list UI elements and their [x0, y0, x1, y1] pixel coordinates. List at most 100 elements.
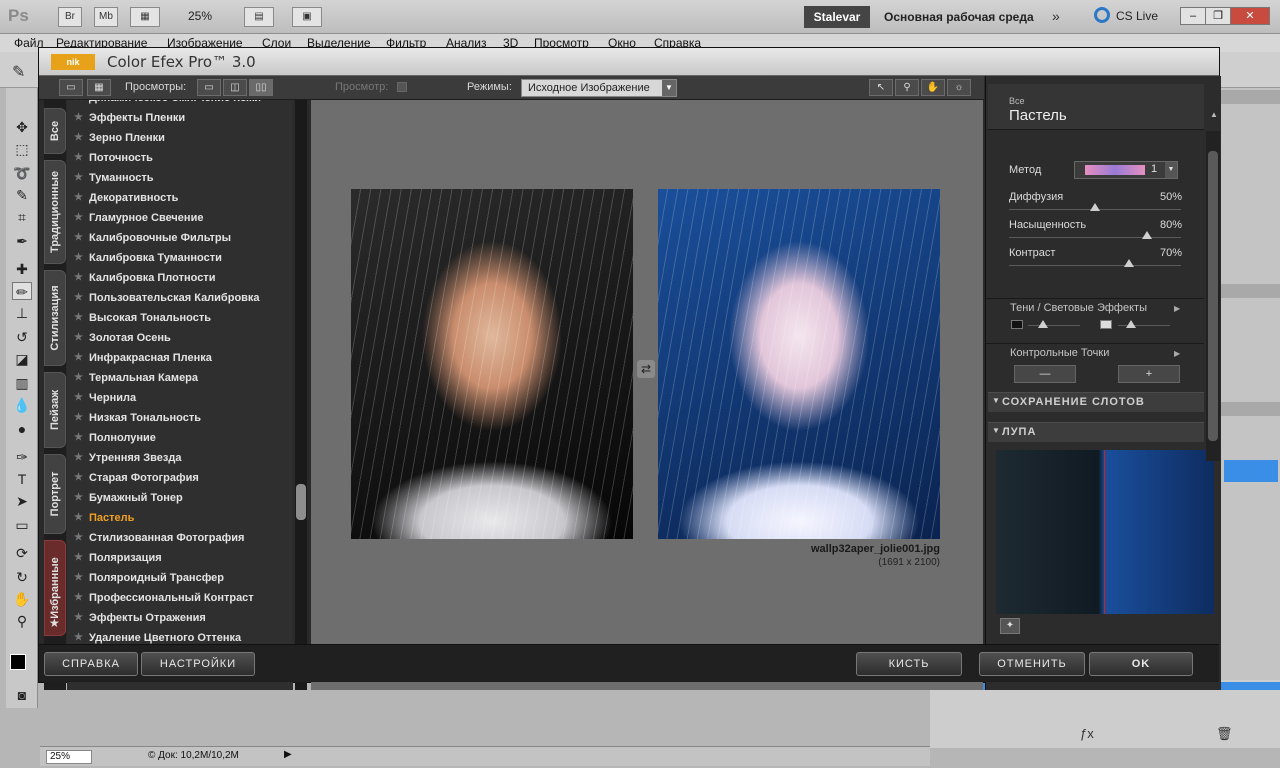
- highlights-knob[interactable]: [1126, 320, 1136, 328]
- tab-stylizing[interactable]: Стилизация: [44, 270, 66, 366]
- filter-list-item[interactable]: ★ Пользовательская Калибровка: [67, 288, 293, 308]
- favorite-star-icon[interactable]: ★: [74, 508, 83, 528]
- filter-list-item[interactable]: ★ Бумажный Тонер: [67, 488, 293, 508]
- filter-list-item[interactable]: ★ Полнолуние: [67, 428, 293, 448]
- bridge-button[interactable]: Br: [58, 7, 82, 27]
- shadows-knob[interactable]: [1038, 320, 1048, 328]
- favorite-star-icon[interactable]: ★: [74, 108, 83, 128]
- path-select-icon[interactable]: ➤: [12, 492, 32, 510]
- slider-knob[interactable]: [1141, 231, 1152, 239]
- quick-select-tool-icon[interactable]: ✎: [12, 186, 32, 204]
- brush-button[interactable]: КИСТЬ: [856, 652, 962, 676]
- slider-knob[interactable]: [1124, 259, 1135, 267]
- minimize-icon[interactable]: –: [1180, 7, 1206, 25]
- workspace-name[interactable]: Основная рабочая среда: [884, 10, 1034, 24]
- view-split-icon[interactable]: ◫: [223, 79, 247, 96]
- filter-list-item[interactable]: ★ Калибровка Плотности: [67, 268, 293, 288]
- view-single-icon[interactable]: ▭: [197, 79, 221, 96]
- lightbulb-icon[interactable]: ☼: [947, 79, 971, 96]
- favorite-star-icon[interactable]: ★: [74, 288, 83, 308]
- scrollbar-thumb[interactable]: [296, 484, 306, 520]
- swap-views-icon[interactable]: ⇄: [637, 360, 655, 378]
- favorite-star-icon[interactable]: ★: [74, 188, 83, 208]
- fx-icon[interactable]: ƒx: [1080, 726, 1094, 741]
- add-control-point-button[interactable]: +: [1118, 365, 1180, 383]
- healing-brush-icon[interactable]: ✚: [12, 260, 32, 278]
- favorite-star-icon[interactable]: ★: [74, 588, 83, 608]
- filter-list-item[interactable]: ★ Зерно Пленки: [67, 128, 293, 148]
- favorite-star-icon[interactable]: ★: [74, 488, 83, 508]
- filter-list-scrollbar[interactable]: [295, 100, 307, 690]
- eraser-tool-icon[interactable]: ◪: [12, 350, 32, 368]
- favorite-star-icon[interactable]: ★: [74, 148, 83, 168]
- view-grid-icon[interactable]: ▦: [87, 79, 111, 96]
- filter-list-item[interactable]: ★ Инфракрасная Пленка: [67, 348, 293, 368]
- eyedropper-tool-icon[interactable]: ✒: [12, 232, 32, 250]
- filter-list-item[interactable]: ★ Туманность: [67, 168, 293, 188]
- screen-mode-icon[interactable]: ▣: [292, 7, 322, 27]
- favorite-star-icon[interactable]: ★: [74, 388, 83, 408]
- favorite-star-icon[interactable]: ★: [74, 528, 83, 548]
- ok-button[interactable]: OK: [1089, 652, 1193, 676]
- brush-tool-icon[interactable]: ✏: [12, 282, 32, 300]
- filter-list-item[interactable]: ★ Поляризация: [67, 548, 293, 568]
- filter-list-item[interactable]: ★ Гламурное Свечение: [67, 208, 293, 228]
- favorite-star-icon[interactable]: ★: [74, 168, 83, 188]
- quick-mask-icon[interactable]: ◙: [12, 686, 32, 704]
- pointer-tool-icon[interactable]: ↖: [869, 79, 893, 96]
- gradient-tool-icon[interactable]: ▥: [12, 374, 32, 392]
- loupe-header[interactable]: ▼ ЛУПА: [988, 422, 1204, 442]
- foreground-color-swatch[interactable]: [10, 654, 26, 670]
- controls-scrollbar[interactable]: [1206, 131, 1220, 461]
- favorite-star-icon[interactable]: ★: [74, 248, 83, 268]
- close-icon[interactable]: ✕: [1230, 7, 1270, 25]
- mini-bridge-button[interactable]: Mb: [94, 7, 118, 27]
- favorite-star-icon[interactable]: ★: [74, 228, 83, 248]
- view-side-by-side-icon[interactable]: ▯▯: [249, 79, 273, 96]
- tab-landscape[interactable]: Пейзаж: [44, 372, 66, 448]
- filter-list-item[interactable]: ★ Высокая Тональность: [67, 308, 293, 328]
- favorite-star-icon[interactable]: ★: [74, 408, 83, 428]
- zoom-tool-icon[interactable]: ⚲: [895, 79, 919, 96]
- favorite-star-icon[interactable]: ★: [74, 428, 83, 448]
- favorite-star-icon[interactable]: ★: [74, 348, 83, 368]
- zoom-level[interactable]: 25%: [188, 9, 212, 23]
- blur-tool-icon[interactable]: 💧: [12, 396, 32, 414]
- filter-list-item[interactable]: ★ Профессиональный Контраст: [67, 588, 293, 608]
- method-dropdown[interactable]: 1 ▼: [1074, 161, 1178, 179]
- trash-icon[interactable]: 🗑: [1216, 726, 1233, 742]
- mode-dropdown[interactable]: Исходное Изображение ▼: [521, 79, 677, 97]
- workspace-user-button[interactable]: Stalevar: [804, 6, 870, 28]
- panel-scroll-up-icon[interactable]: ▲: [1210, 110, 1218, 119]
- lasso-tool-icon[interactable]: ➰: [12, 164, 32, 182]
- favorite-star-icon[interactable]: ★: [74, 128, 83, 148]
- hand-tool-icon[interactable]: ✋: [12, 590, 32, 608]
- filter-list-item[interactable]: ★ Декоративность: [67, 188, 293, 208]
- cancel-button[interactable]: ОТМЕНИТЬ: [979, 652, 1085, 676]
- brush-preset-icon[interactable]: ✎: [12, 62, 25, 82]
- hand-tool-icon[interactable]: ✋: [921, 79, 945, 96]
- view-extras-icon[interactable]: ▦: [130, 7, 160, 27]
- settings-button[interactable]: НАСТРОЙКИ: [141, 652, 255, 676]
- save-slots-header[interactable]: ▼ СОХРАНЕНИЕ СЛОТОВ: [988, 392, 1204, 412]
- filter-list-item[interactable]: ★ Поточность: [67, 148, 293, 168]
- dodge-tool-icon[interactable]: ●: [12, 420, 32, 438]
- cs-live-button[interactable]: CS Live: [1116, 9, 1158, 23]
- remove-control-point-button[interactable]: —: [1014, 365, 1076, 383]
- shadows-track[interactable]: [1028, 325, 1080, 326]
- workspace-more-icon[interactable]: »: [1052, 8, 1060, 24]
- slider-knob[interactable]: [1090, 203, 1100, 211]
- favorite-star-icon[interactable]: ★: [74, 448, 83, 468]
- 3d-orbit-icon[interactable]: ↻: [12, 568, 32, 586]
- filter-list-item[interactable]: ★ Эффекты Пленки: [67, 108, 293, 128]
- favorite-star-icon[interactable]: ★: [74, 368, 83, 388]
- filter-list-item[interactable]: ★ Динамическое Смягчение Кожи: [67, 100, 293, 108]
- help-button[interactable]: СПРАВКА: [44, 652, 138, 676]
- filter-list-item[interactable]: ★ Старая Фотография: [67, 468, 293, 488]
- pen-tool-icon[interactable]: ✑: [12, 448, 32, 466]
- favorite-star-icon[interactable]: ★: [74, 100, 83, 108]
- pin-icon[interactable]: ✦: [1000, 618, 1020, 634]
- zoom-tool-icon[interactable]: ⚲: [12, 612, 32, 630]
- tab-portrait[interactable]: Портрет: [44, 454, 66, 534]
- zoom-field[interactable]: 25%: [46, 750, 92, 764]
